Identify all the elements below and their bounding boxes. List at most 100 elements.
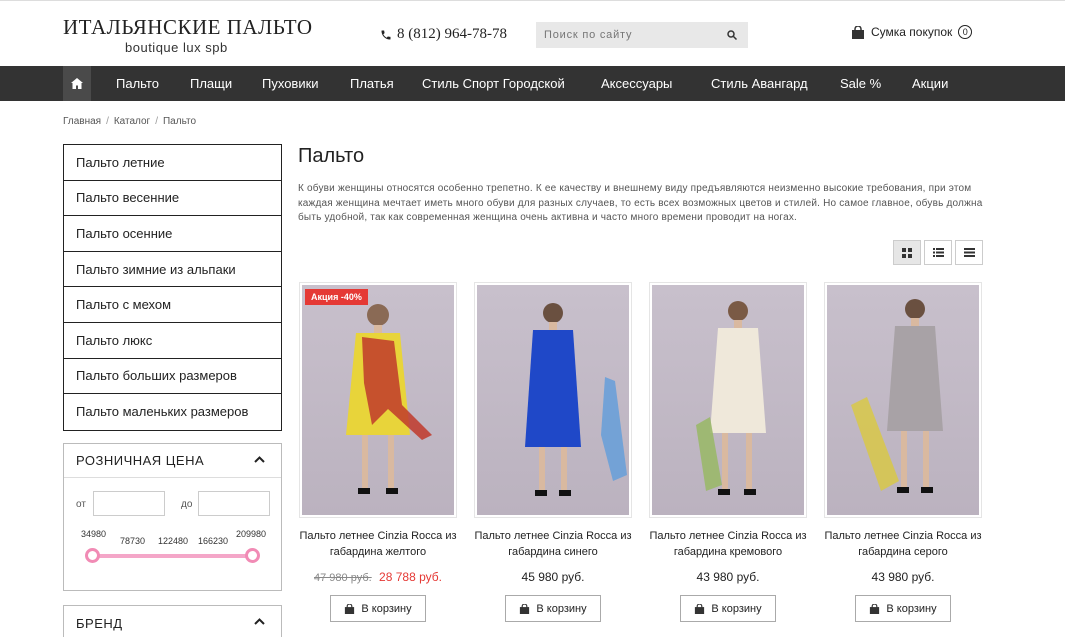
shopping-bag-icon — [345, 603, 355, 614]
main-nav: Пальто Плащи Пуховики Платья Стиль Спорт… — [0, 66, 1065, 101]
product-image[interactable] — [649, 282, 807, 518]
sale-badge: Акция -40% — [305, 289, 368, 305]
breadcrumb-separator: / — [106, 116, 109, 127]
add-to-cart-button[interactable]: В корзину — [855, 595, 951, 622]
price-filter-title: РОЗНИЧНАЯ ЦЕНА — [76, 453, 205, 468]
price: 45 980 руб. — [521, 570, 585, 584]
product-name[interactable]: Пальто летнее Cinzia Rocca из габардина … — [289, 528, 467, 560]
product-image[interactable]: Акция -40% — [299, 282, 457, 518]
product-photo — [525, 303, 627, 496]
search-input[interactable] — [536, 29, 716, 41]
add-to-cart-label: В корзину — [711, 602, 762, 615]
price: 43 980 руб. — [871, 570, 935, 584]
breadcrumb-catalog[interactable]: Каталог — [114, 116, 150, 127]
price-slider-max-handle[interactable] — [245, 548, 260, 563]
price-to-label: до — [181, 499, 193, 510]
add-to-cart-button[interactable]: В корзину — [505, 595, 601, 622]
breadcrumb-current: Пальто — [162, 116, 197, 127]
product-photo — [696, 301, 766, 495]
product-price: 47 980 руб. 28 788 руб. — [289, 570, 467, 584]
phone-icon — [381, 30, 391, 39]
add-to-cart-label: В корзину — [536, 602, 587, 615]
category-item[interactable]: Пальто маленьких размеров — [64, 394, 281, 430]
grid-view-button[interactable] — [893, 240, 921, 265]
logo-subtitle: boutique lux spb — [125, 40, 228, 55]
price-filter-header[interactable]: РОЗНИЧНАЯ ЦЕНА — [64, 444, 281, 478]
product-name[interactable]: Пальто летнее Cinzia Rocca из габардина … — [814, 528, 992, 560]
home-button[interactable] — [63, 66, 91, 101]
nav-item-down-jackets[interactable]: Пуховики — [262, 66, 319, 101]
header: ИТАЛЬЯНСКИЕ ПАЛЬТО boutique lux spb 8 (8… — [0, 0, 1065, 66]
cart-label: Сумка покупок — [871, 25, 953, 39]
price-tick: 78730 — [120, 536, 146, 546]
product-name[interactable]: Пальто летнее Cinzia Rocca из габардина … — [639, 528, 817, 560]
category-item[interactable]: Пальто весенние — [64, 181, 281, 217]
chevron-up-icon[interactable] — [254, 456, 265, 463]
price-to-input[interactable] — [198, 491, 270, 516]
price-tick: 166230 — [198, 536, 229, 546]
category-item[interactable]: Пальто люкс — [64, 323, 281, 359]
brand-filter-header[interactable]: БРЕНД — [64, 606, 281, 637]
product-price: 43 980 руб. — [639, 570, 817, 584]
compact-view-button[interactable] — [955, 240, 983, 265]
list-view-button[interactable] — [924, 240, 952, 265]
product-image[interactable] — [824, 282, 982, 518]
cart-count: 0 — [958, 25, 973, 39]
nav-item-avantgarde[interactable]: Стиль Авангард — [711, 66, 808, 101]
price-slider-min-handle[interactable] — [85, 548, 100, 563]
nav-item-promotions[interactable]: Акции — [912, 66, 948, 101]
category-list: Пальто летние Пальто весенние Пальто осе… — [63, 144, 282, 431]
nav-item-coats[interactable]: Пальто — [116, 66, 159, 101]
breadcrumb-separator: / — [155, 116, 158, 127]
grid-icon — [902, 247, 912, 258]
add-to-cart-label: В корзину — [361, 602, 412, 615]
brand-filter: БРЕНД — [63, 605, 282, 637]
category-item[interactable]: Пальто с мехом — [64, 287, 281, 323]
price: 43 980 руб. — [696, 570, 760, 584]
product-price: 43 980 руб. — [814, 570, 992, 584]
shopping-bag-icon — [695, 603, 705, 614]
product-price: 45 980 руб. — [464, 570, 642, 584]
compact-list-icon — [963, 248, 975, 257]
breadcrumb: Главная / Каталог / Пальто — [63, 116, 196, 127]
breadcrumb-home[interactable]: Главная — [63, 116, 101, 127]
nav-item-accessories[interactable]: Аксессуары — [601, 66, 672, 101]
logo-title[interactable]: ИТАЛЬЯНСКИЕ ПАЛЬТО — [63, 15, 313, 40]
product-name[interactable]: Пальто летнее Cinzia Rocca из габардина … — [464, 528, 642, 560]
add-to-cart-button[interactable]: В корзину — [680, 595, 776, 622]
price-tick: 122480 — [158, 536, 189, 546]
add-to-cart-button[interactable]: В корзину — [330, 595, 426, 622]
product-photo — [346, 304, 432, 494]
old-price: 47 980 руб. — [314, 572, 372, 584]
nav-item-sale[interactable]: Sale % — [840, 66, 881, 101]
price-slider-track[interactable] — [92, 554, 252, 558]
price-filter: РОЗНИЧНАЯ ЦЕНА от до 34980 78730 122480 … — [63, 443, 282, 591]
brand-filter-title: БРЕНД — [76, 615, 123, 631]
home-icon — [71, 78, 83, 89]
shopping-bag-icon — [870, 603, 880, 614]
page-title: Пальто — [298, 145, 365, 167]
phone-number: 8 (812) 964-78-78 — [397, 26, 507, 42]
sale-price: 28 788 руб. — [379, 570, 442, 584]
category-item[interactable]: Пальто зимние из альпаки — [64, 252, 281, 288]
category-item[interactable]: Пальто летние — [64, 145, 281, 181]
product-photo — [851, 299, 943, 493]
phone[interactable]: 8 (812) 964-78-78 — [380, 26, 507, 43]
price-tick: 34980 — [81, 529, 107, 539]
product-image[interactable] — [474, 282, 632, 518]
category-item[interactable]: Пальто больших размеров — [64, 359, 281, 395]
chevron-up-icon[interactable] — [254, 618, 265, 625]
price-from-label: от — [76, 499, 86, 510]
shopping-bag-icon — [852, 25, 864, 39]
nav-item-urban-sport[interactable]: Стиль Спорт Городской — [422, 66, 565, 101]
price-from-input[interactable] — [93, 491, 165, 516]
nav-item-dresses[interactable]: Платья — [350, 66, 394, 101]
category-item[interactable]: Пальто осенние — [64, 216, 281, 252]
view-switcher — [893, 240, 983, 265]
search-bar — [536, 22, 748, 48]
category-description: К обуви женщины относятся особенно трепе… — [298, 183, 983, 223]
cart-link[interactable]: Сумка покупок 0 — [851, 25, 973, 39]
list-icon — [932, 248, 944, 257]
nav-item-raincoats[interactable]: Плащи — [190, 66, 232, 101]
search-icon[interactable] — [726, 29, 738, 41]
